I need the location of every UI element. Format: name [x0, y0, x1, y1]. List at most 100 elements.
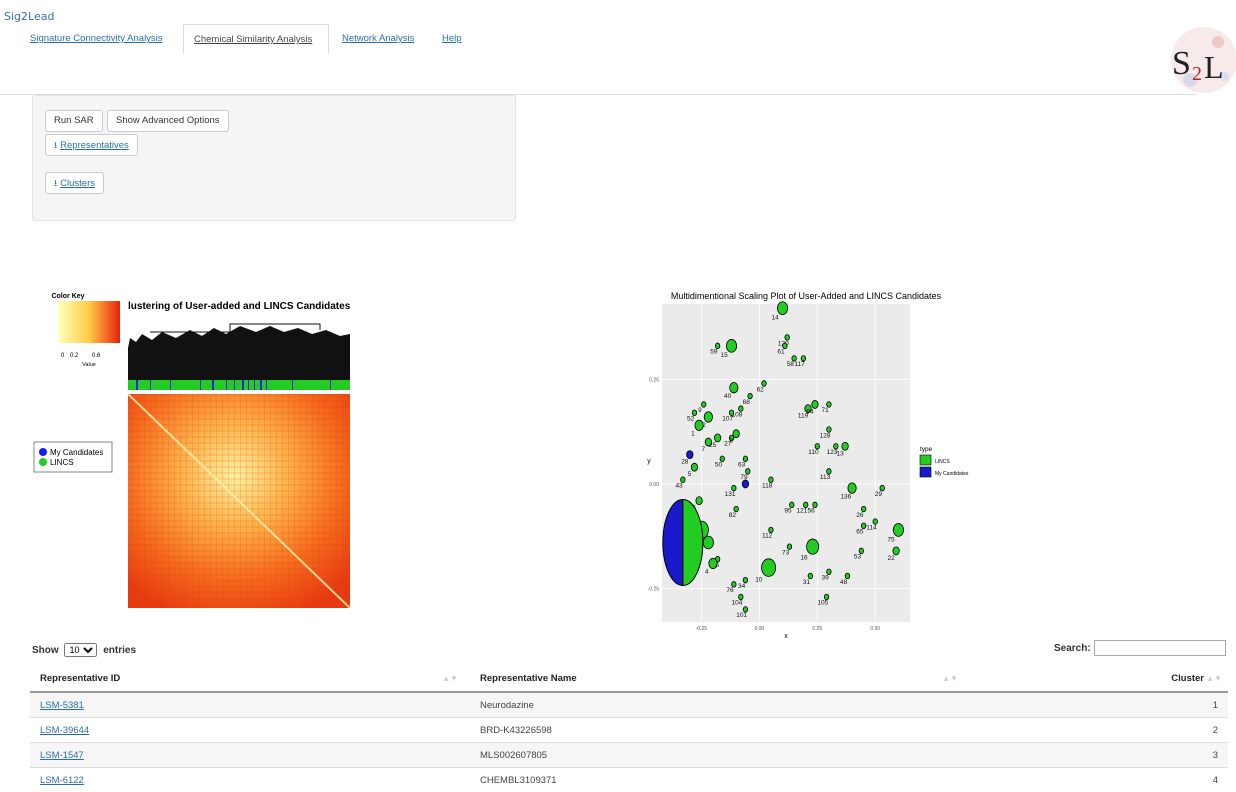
scatter-point	[777, 302, 787, 315]
cluster-number: 2	[970, 718, 1228, 743]
representative-name: MLS002607805	[470, 743, 970, 768]
legend-my-candidates: My Candidates	[50, 448, 103, 457]
download-representatives-button[interactable]: ⭳Representatives	[45, 134, 138, 156]
column-header-representative-name[interactable]: Representative Name ▲▼	[470, 666, 970, 692]
scatter-point	[691, 463, 697, 471]
point-label: 52	[687, 416, 695, 423]
point-label: 73	[782, 549, 790, 556]
point-label: 110	[808, 449, 819, 456]
representative-name: Neurodazine	[470, 692, 970, 718]
page-length-control: Show 10 entries	[32, 643, 136, 657]
type-colorbar	[128, 380, 350, 390]
svg-text:S: S	[1172, 45, 1191, 82]
column-header-label: Representative Name	[480, 673, 577, 684]
point-label: 61	[777, 349, 785, 356]
tab-signature-connectivity[interactable]: Signature Connectivity Analysis	[20, 24, 173, 54]
point-label: 68	[743, 399, 751, 406]
color-key-xlabel: Value	[82, 362, 96, 368]
cluster-number: 1	[970, 692, 1228, 718]
representative-id-link[interactable]: LSM-39644	[40, 725, 89, 736]
clusters-label: Clusters	[60, 178, 95, 189]
point-label: 82	[729, 512, 737, 519]
scatter-point	[848, 483, 856, 493]
page-length-select[interactable]: 10	[64, 643, 97, 657]
mds-legend: type LINCS My Candidates	[920, 446, 969, 477]
point-label: 1	[691, 431, 695, 438]
dendrogram	[128, 324, 350, 380]
scatter-point	[695, 420, 703, 430]
x-tick-label: 0.50	[870, 626, 880, 632]
show-advanced-options-button[interactable]: Show Advanced Options	[107, 110, 229, 132]
search-input[interactable]	[1094, 640, 1226, 656]
scatter-point	[733, 430, 739, 438]
representatives-label: Representatives	[60, 140, 129, 151]
point-label: 14	[772, 315, 780, 322]
scatter-point	[726, 339, 736, 352]
representative-name: CHEMBL3109371	[470, 768, 970, 792]
x-tick-label: 0.25	[812, 626, 822, 632]
entries-label: entries	[103, 645, 136, 656]
point-label: 113	[820, 474, 831, 481]
scatter-point	[687, 451, 693, 459]
point-label: 48	[840, 579, 848, 586]
y-tick-label: 0.00	[649, 482, 659, 488]
point-label: 13	[836, 450, 844, 457]
point-label: 94	[806, 408, 814, 415]
point-label: 112	[762, 533, 773, 540]
point-label: 4	[705, 569, 709, 576]
scatter-point	[701, 402, 705, 408]
point-label: 15	[721, 352, 729, 359]
color-key-tick: 0.6	[92, 353, 101, 359]
legend-title: type	[920, 446, 933, 453]
column-header-label: Cluster	[1171, 673, 1204, 684]
point-label: 136	[840, 493, 851, 500]
table-row: LSM-6122 CHEMBL3109371 4	[30, 768, 1228, 792]
run-sar-button[interactable]: Run SAR	[45, 110, 103, 132]
scatter-point	[703, 536, 713, 549]
point-label: 26	[856, 512, 864, 519]
point-label: 128	[820, 432, 831, 439]
point-label: 62	[757, 386, 765, 393]
point-label: 75	[887, 536, 895, 543]
point-label: 76	[726, 587, 734, 594]
scatter-point	[714, 434, 720, 442]
sort-icon: ▲▼	[942, 674, 958, 683]
column-header-cluster[interactable]: Cluster▲▼	[970, 666, 1228, 692]
point-label: 121	[796, 508, 807, 515]
table-row: LSM-39644 BRD-K43226598 2	[30, 718, 1228, 743]
representative-id-link[interactable]: LSM-1547	[40, 750, 84, 761]
tab-chemical-similarity[interactable]: Chemical Similarity Analysis	[183, 24, 329, 54]
tab-network-analysis[interactable]: Network Analysis	[332, 24, 424, 54]
point-label: 5	[688, 471, 692, 478]
legend-lincs: LINCS	[50, 458, 74, 467]
download-icon: ⭳	[54, 173, 57, 193]
y-tick-label: 0.25	[649, 377, 659, 383]
heatmap-title: lustering of User-added and LINCS Candid…	[128, 301, 351, 312]
column-header-representative-id[interactable]: Representative ID▲▼	[30, 666, 470, 692]
legend-lincs: LINCS	[935, 459, 950, 465]
color-key-tick: 0	[61, 353, 65, 359]
scatter-point	[762, 559, 776, 577]
representatives-table: Representative ID▲▼ Representative Name ▲…	[30, 666, 1228, 792]
representative-id-link[interactable]: LSM-5381	[40, 700, 84, 711]
svg-text:L: L	[1204, 49, 1224, 85]
table-search: Search:	[1054, 643, 1091, 654]
tab-help[interactable]: Help	[432, 24, 472, 54]
scatter-point	[842, 442, 848, 450]
scatter-point	[730, 382, 738, 392]
scatter-point	[709, 558, 717, 568]
x-axis-label: x	[784, 633, 788, 638]
s2l-logo: S 2 L	[1168, 24, 1236, 94]
download-clusters-button[interactable]: ⭳Clusters	[45, 172, 104, 194]
point-label: 22	[887, 555, 895, 562]
sort-icon: ▲▼	[1206, 674, 1222, 683]
mds-scatter-plot: Multidimentional Scaling Plot of User-Ad…	[640, 288, 1000, 638]
point-label: 118	[762, 483, 773, 490]
main-tabs: Signature Connectivity Analysis Chemical…	[20, 24, 1190, 56]
cluster-number: 3	[970, 743, 1228, 768]
representative-id-link[interactable]: LSM-6122	[40, 775, 84, 786]
x-tick-label: -0.25	[696, 626, 708, 632]
table-row: LSM-5381 Neurodazine 1	[30, 692, 1228, 718]
point-label: 114	[866, 524, 877, 531]
point-label: 28	[681, 459, 689, 466]
